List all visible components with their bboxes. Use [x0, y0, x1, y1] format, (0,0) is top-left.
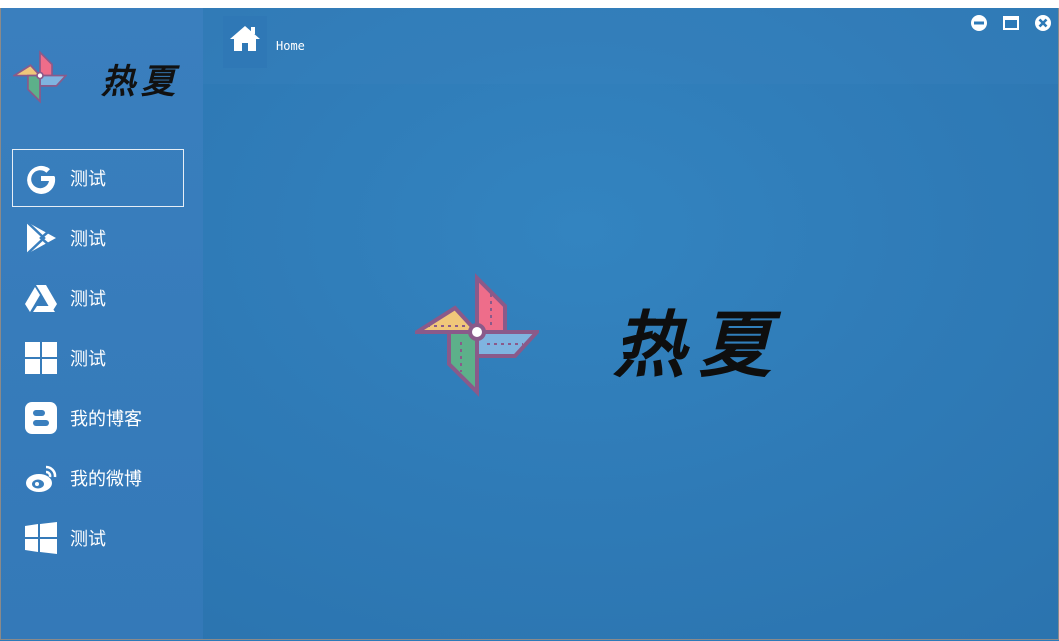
app-window: 热夏 测试 测试 测试 测试 我的博客 我的微博 测试 Home 热夏: [0, 8, 1059, 640]
close-button[interactable]: [1034, 14, 1052, 32]
sidebar-item-drive[interactable]: 测试: [12, 269, 184, 327]
play-store-icon: [23, 220, 59, 256]
google-drive-icon: [23, 280, 59, 316]
sidebar-item-label: 我的博客: [70, 409, 142, 430]
sidebar-nav: 测试 测试 测试 测试 我的博客 我的微博 测试: [12, 149, 184, 569]
blogger-icon: [23, 400, 59, 436]
center-title: 热夏: [613, 302, 786, 387]
window-top-edge: [0, 0, 1059, 8]
sidebar-item-windows[interactable]: 测试: [12, 509, 184, 567]
sidebar-item-tiles[interactable]: 测试: [12, 329, 184, 387]
maximize-button[interactable]: [1002, 14, 1020, 32]
brand-title: 热夏: [101, 62, 181, 102]
sidebar-item-label: 我的微博: [70, 469, 142, 490]
pinwheel-logo-icon: [13, 50, 67, 104]
brand: 热夏: [13, 48, 203, 108]
sidebar: 热夏 测试 测试 测试 测试 我的博客 我的微博 测试: [1, 8, 203, 639]
close-icon: [1035, 15, 1051, 31]
window-controls: [970, 14, 1052, 32]
maximize-icon: [1003, 16, 1019, 30]
breadcrumb[interactable]: Home: [276, 39, 305, 53]
sidebar-item-blog[interactable]: 我的博客: [12, 389, 184, 447]
sidebar-item-label: 测试: [70, 529, 106, 550]
sidebar-item-label: 测试: [70, 229, 106, 250]
weibo-icon: [23, 460, 59, 496]
home-button[interactable]: [223, 16, 267, 68]
sidebar-item-play[interactable]: 测试: [12, 209, 184, 267]
sidebar-item-google[interactable]: 测试: [12, 149, 184, 207]
pinwheel-logo-icon: [415, 273, 539, 397]
sidebar-item-label: 测试: [70, 169, 106, 190]
minimize-icon: [971, 15, 987, 31]
sidebar-item-label: 测试: [70, 289, 106, 310]
google-icon: [23, 160, 59, 196]
minimize-button[interactable]: [970, 14, 988, 32]
windows-tiles-icon: [23, 340, 59, 376]
sidebar-item-label: 测试: [70, 349, 106, 370]
sidebar-item-weibo[interactable]: 我的微博: [12, 449, 184, 507]
home-icon: [230, 26, 260, 51]
windows-icon: [23, 520, 59, 556]
main-header: Home: [203, 8, 1058, 84]
